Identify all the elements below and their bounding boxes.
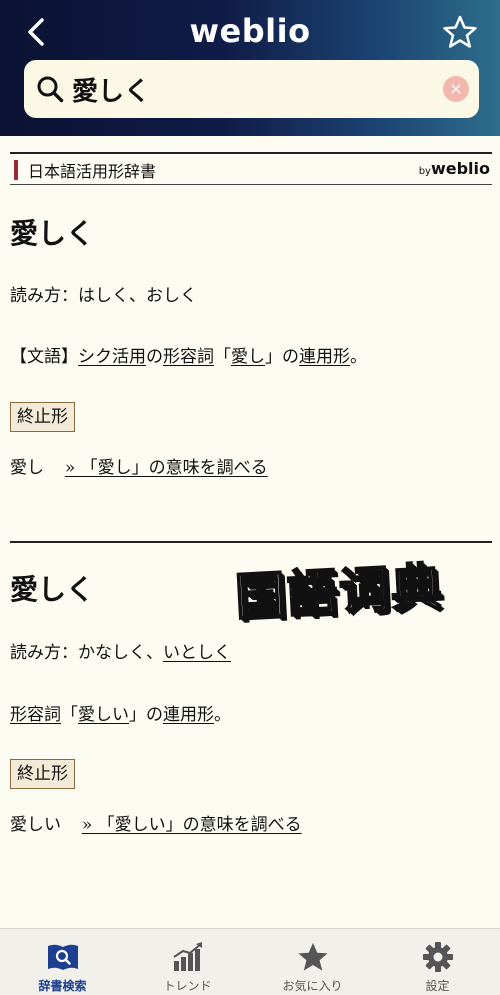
by-weblio-logo: byweblio bbox=[419, 159, 490, 178]
definition-end: 。 bbox=[350, 347, 367, 367]
definition-text: 「 bbox=[61, 705, 78, 725]
form-tag-row: 終止形 bbox=[10, 402, 490, 432]
tab-label: トレンド bbox=[163, 979, 212, 993]
link-renyoukei[interactable]: 連用形 bbox=[299, 347, 350, 367]
close-icon: × bbox=[449, 79, 463, 98]
tab-favorites[interactable]: お気に入り bbox=[250, 929, 375, 995]
link-shiku-katsuyou[interactable]: シク活用 bbox=[78, 347, 146, 367]
definition-line: 【文語】シク活用の形容詞「愛し」の連用形。 bbox=[10, 345, 490, 369]
clear-search-button[interactable]: × bbox=[443, 76, 469, 102]
lookup-line: 愛しい » 「愛しい」の意味を調べる bbox=[10, 813, 490, 837]
lookup-line: 愛し » 「愛し」の意味を調べる bbox=[10, 456, 490, 480]
star-outline-icon bbox=[443, 15, 477, 48]
tab-trend[interactable]: トレンド bbox=[125, 929, 250, 995]
entry-1: 愛しく bbox=[10, 214, 490, 254]
dictionary-search-icon bbox=[45, 939, 81, 975]
base-word: 愛しい bbox=[10, 815, 61, 835]
search-input[interactable] bbox=[72, 74, 443, 104]
link-itoshi[interactable]: 愛し bbox=[231, 347, 265, 367]
link-renyoukei[interactable]: 連用形 bbox=[163, 705, 214, 725]
form-tag-row: 終止形 bbox=[10, 759, 490, 789]
definition-text: 」の bbox=[129, 705, 163, 725]
definition-end: 。 bbox=[214, 705, 231, 725]
dictionary-name: 日本語活用形辞書 bbox=[28, 162, 157, 181]
definition-open: 【文語】 bbox=[10, 347, 78, 367]
form-tag: 終止形 bbox=[10, 759, 75, 789]
tab-label: 設定 bbox=[425, 979, 450, 993]
link-keiyoushi[interactable]: 形容詞 bbox=[10, 705, 61, 725]
app-screen: weblio × 日本語活用形辞書 byweblio 愛しく bbox=[0, 0, 500, 995]
dictionary-marker bbox=[14, 160, 18, 180]
base-word: 愛し bbox=[10, 458, 44, 478]
search-icon bbox=[36, 74, 66, 104]
lookup-link[interactable]: » 「愛しい」の意味を調べる bbox=[82, 815, 302, 835]
trend-chart-icon bbox=[170, 939, 206, 975]
reading-text: 読み方：かなしく、 bbox=[10, 643, 163, 663]
tab-settings[interactable]: 設定 bbox=[375, 929, 500, 995]
divider bbox=[10, 184, 492, 185]
link-keiyoushi[interactable]: 形容詞 bbox=[163, 347, 214, 367]
definition-text: の bbox=[146, 347, 163, 367]
divider bbox=[10, 541, 492, 543]
lookup-link[interactable]: » 「愛し」の意味を調べる bbox=[65, 458, 268, 478]
reading-text: 読み方：はしく、おしく bbox=[10, 286, 197, 306]
star-icon bbox=[295, 939, 331, 975]
divider bbox=[10, 152, 492, 154]
reading-line: 読み方：かなしく、いとしく bbox=[10, 641, 490, 665]
gear-icon bbox=[420, 939, 456, 975]
brand-label: weblio bbox=[430, 159, 490, 178]
bottom-tab-bar: 辞書検索 トレンド お気に入り 設定 bbox=[0, 928, 500, 995]
link-itoshiku[interactable]: いとしく bbox=[163, 643, 231, 663]
tab-label: お気に入り bbox=[282, 979, 343, 993]
tab-dictionary-search[interactable]: 辞書検索 bbox=[0, 929, 125, 995]
definition-text: 」の bbox=[265, 347, 299, 367]
stamp-text: 国語词典 bbox=[233, 557, 446, 628]
favorite-button[interactable] bbox=[440, 12, 480, 52]
tab-label: 辞書検索 bbox=[38, 979, 87, 993]
search-box[interactable]: × bbox=[24, 60, 479, 118]
by-label: by bbox=[418, 166, 431, 177]
reading-line: 読み方：はしく、おしく bbox=[10, 284, 490, 308]
headword: 愛しく bbox=[10, 217, 95, 250]
link-itoshii[interactable]: 愛しい bbox=[78, 705, 129, 725]
app-title: weblio bbox=[189, 12, 311, 50]
kokugo-jiten-stamp: 国語词典 bbox=[212, 546, 465, 631]
definition-text: 「 bbox=[214, 347, 231, 367]
form-tag: 終止形 bbox=[10, 402, 75, 432]
definition-line: 形容詞「愛しい」の連用形。 bbox=[10, 703, 490, 727]
header: weblio × bbox=[0, 0, 500, 136]
